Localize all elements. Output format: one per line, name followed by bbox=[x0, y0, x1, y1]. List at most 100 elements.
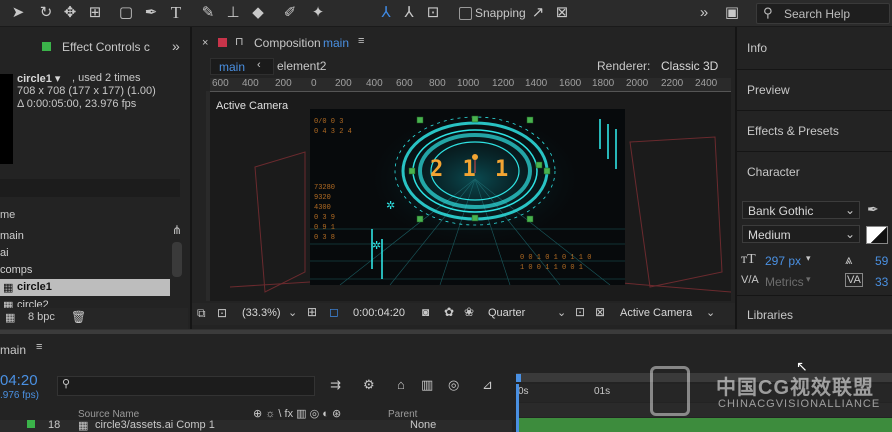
motion-blur-icon[interactable]: ◎ bbox=[448, 377, 459, 393]
comp-icon: ▦ bbox=[3, 282, 14, 294]
interpret-footage-icon[interactable]: ▦ bbox=[5, 311, 15, 324]
project-item-ai[interactable]: ai bbox=[0, 247, 9, 259]
eyedropper-icon[interactable]: ✒ bbox=[867, 201, 879, 218]
current-time[interactable]: 0:00:04:20 bbox=[353, 307, 405, 319]
effect-controls-tab[interactable]: Effect Controls c bbox=[62, 40, 150, 54]
rectangle-tool-icon[interactable]: ▢ bbox=[116, 3, 136, 23]
preview-panel-header[interactable]: Preview bbox=[747, 83, 790, 97]
snap-icon[interactable]: ↗ bbox=[528, 3, 548, 23]
project-item-comps[interactable]: comps bbox=[0, 264, 32, 276]
chevron-right-icon[interactable]: » bbox=[694, 3, 714, 23]
shy-layers-icon[interactable]: ⌂ bbox=[397, 377, 405, 392]
region-of-interest-icon[interactable]: ⊡ bbox=[575, 305, 585, 319]
fill-stroke-swatch[interactable] bbox=[866, 226, 888, 244]
chevron-down-icon[interactable]: ⌄ bbox=[288, 306, 297, 319]
svg-text:0 3 8: 0 3 8 bbox=[314, 234, 335, 242]
snapping-checkbox[interactable] bbox=[459, 7, 472, 20]
resolution-dropdown[interactable]: Quarter bbox=[488, 307, 525, 319]
always-preview-icon[interactable]: ⧉ bbox=[197, 306, 206, 321]
chevron-down-icon[interactable]: ⌄ bbox=[557, 306, 566, 319]
anchor-point-icon[interactable]: ⊞ bbox=[85, 3, 105, 23]
draft-3d-icon[interactable]: ⚙ bbox=[363, 377, 375, 393]
renderer-value[interactable]: Classic 3D bbox=[661, 59, 718, 73]
layer-duration-bar[interactable] bbox=[516, 418, 892, 432]
info-panel-header[interactable]: Info bbox=[747, 41, 767, 55]
camera-snapshot-icon[interactable]: ◙ bbox=[422, 305, 429, 319]
timeline-search-input[interactable]: ⚲ bbox=[57, 376, 315, 396]
local-axis-icon[interactable]: ⅄ bbox=[376, 3, 396, 23]
breadcrumb-main[interactable]: main ‹ bbox=[210, 58, 274, 75]
brush-tool-icon[interactable]: ✎ bbox=[198, 3, 218, 23]
project-search-bar[interactable] bbox=[0, 179, 180, 197]
panel-overflow-icon[interactable]: » bbox=[172, 38, 180, 54]
eraser-tool-icon[interactable]: ◆ bbox=[248, 3, 268, 23]
project-item-main[interactable]: main bbox=[0, 230, 24, 242]
chevron-down-icon[interactable]: ⌄ bbox=[706, 306, 715, 319]
transparency-grid-icon[interactable]: ⊠ bbox=[595, 305, 605, 319]
composition-tab-name[interactable]: main bbox=[323, 36, 349, 50]
select-tool-icon[interactable]: ➤ bbox=[8, 3, 28, 23]
color-channels-icon[interactable]: ❀ bbox=[464, 305, 474, 319]
horizontal-ruler[interactable]: 600 400 200 0 200 400 600 800 1000 1200 … bbox=[210, 78, 731, 92]
tracking-value[interactable]: 33 bbox=[875, 275, 888, 289]
type-tool-icon[interactable]: T bbox=[166, 3, 186, 23]
workspace-icon[interactable]: ▣ bbox=[722, 3, 742, 23]
search-help-field[interactable]: ⚲ Search Help bbox=[756, 3, 890, 24]
composition-panel: × ⊓ Composition main ≡ main ‹ element2 R… bbox=[192, 27, 735, 329]
puppet-pin-icon[interactable]: ✦ bbox=[308, 3, 328, 23]
snap-options-icon[interactable]: ⊠ bbox=[552, 3, 572, 23]
chevron-down-icon[interactable]: ▾ bbox=[806, 274, 811, 285]
panel-menu-icon[interactable]: ≡ bbox=[36, 341, 42, 353]
flowchart-icon[interactable]: ⋔ bbox=[172, 223, 182, 237]
show-snapshot-icon[interactable]: ✿ bbox=[444, 305, 454, 319]
magnification-dropdown[interactable]: (33.3%) bbox=[242, 307, 281, 319]
character-panel-header[interactable]: Character bbox=[747, 165, 800, 179]
name-column-header[interactable]: me bbox=[0, 209, 15, 221]
lock-icon[interactable]: ⊓ bbox=[235, 35, 244, 48]
project-scrollbar[interactable] bbox=[172, 242, 182, 277]
pen-tool-icon[interactable]: ✒ bbox=[141, 3, 161, 23]
world-axis-icon[interactable]: ⅄ bbox=[399, 3, 419, 23]
roto-brush-icon[interactable]: ✐ bbox=[280, 3, 300, 23]
monitor-icon[interactable]: ⊡ bbox=[217, 306, 227, 320]
timeline-timecode[interactable]: 04:20 bbox=[0, 372, 38, 389]
kerning-value[interactable]: Metrics bbox=[765, 275, 804, 289]
ruler-tick: 600 bbox=[396, 78, 413, 89]
libraries-panel-header[interactable]: Libraries bbox=[747, 308, 793, 322]
close-tab-icon[interactable]: × bbox=[202, 37, 208, 49]
current-time-indicator[interactable] bbox=[516, 384, 519, 432]
svg-text:0 9 1: 0 9 1 bbox=[314, 224, 335, 232]
graph-editor-icon[interactable]: ⊿ bbox=[482, 377, 493, 393]
project-item-circle2[interactable]: circle2 bbox=[17, 299, 49, 307]
rotate-icon[interactable]: ↻ bbox=[36, 3, 56, 23]
asset-name[interactable]: circle1 ▾ bbox=[17, 72, 60, 85]
composition-tab-label[interactable]: Composition bbox=[254, 36, 321, 50]
composition-viewer[interactable]: Active Camera 0/0 0 3 0 4 3 2 4 73280 93… bbox=[210, 92, 731, 301]
trash-icon[interactable]: 🗑 bbox=[71, 310, 86, 324]
font-style-dropdown[interactable]: Medium ⌄ bbox=[742, 225, 860, 243]
view-dropdown[interactable]: Active Camera bbox=[620, 307, 692, 319]
bpc-button[interactable]: 8 bpc bbox=[28, 311, 55, 323]
svg-text:73280: 73280 bbox=[314, 184, 335, 192]
leading-value[interactable]: 59 bbox=[875, 254, 888, 268]
layer-row[interactable]: 18 ▦ circle3/assets.ai Comp 1 None bbox=[0, 419, 512, 432]
parent-dropdown[interactable]: None bbox=[410, 419, 436, 431]
clone-stamp-icon[interactable]: ⊥ bbox=[223, 3, 243, 23]
effects-presets-panel-header[interactable]: Effects & Presets bbox=[747, 124, 839, 138]
work-area-start-handle[interactable] bbox=[516, 374, 521, 382]
frame-blending-icon[interactable]: ▥ bbox=[421, 377, 433, 393]
chevron-down-icon[interactable]: ▾ bbox=[806, 253, 811, 264]
timeline-tab[interactable]: main bbox=[0, 343, 26, 357]
mask-visibility-icon[interactable]: ◻ bbox=[329, 305, 339, 319]
view-axis-icon[interactable]: ⊡ bbox=[423, 3, 443, 23]
breadcrumb-element2[interactable]: element2 bbox=[277, 59, 326, 73]
comp-mini-flowchart-icon[interactable]: ⇉ bbox=[330, 377, 341, 393]
timeline-fps: .976 fps) bbox=[0, 390, 39, 401]
grid-icon[interactable]: ⊞ bbox=[307, 305, 317, 319]
chevron-down-icon: ⌄ bbox=[844, 203, 855, 217]
font-size-value[interactable]: 297 px bbox=[765, 254, 801, 268]
pan-behind-icon[interactable]: ✥ bbox=[60, 3, 80, 23]
panel-menu-icon[interactable]: ≡ bbox=[358, 35, 364, 47]
project-item-circle1[interactable]: ▦ circle1 bbox=[0, 279, 170, 296]
font-family-dropdown[interactable]: Bank Gothic ⌄ bbox=[742, 201, 860, 219]
